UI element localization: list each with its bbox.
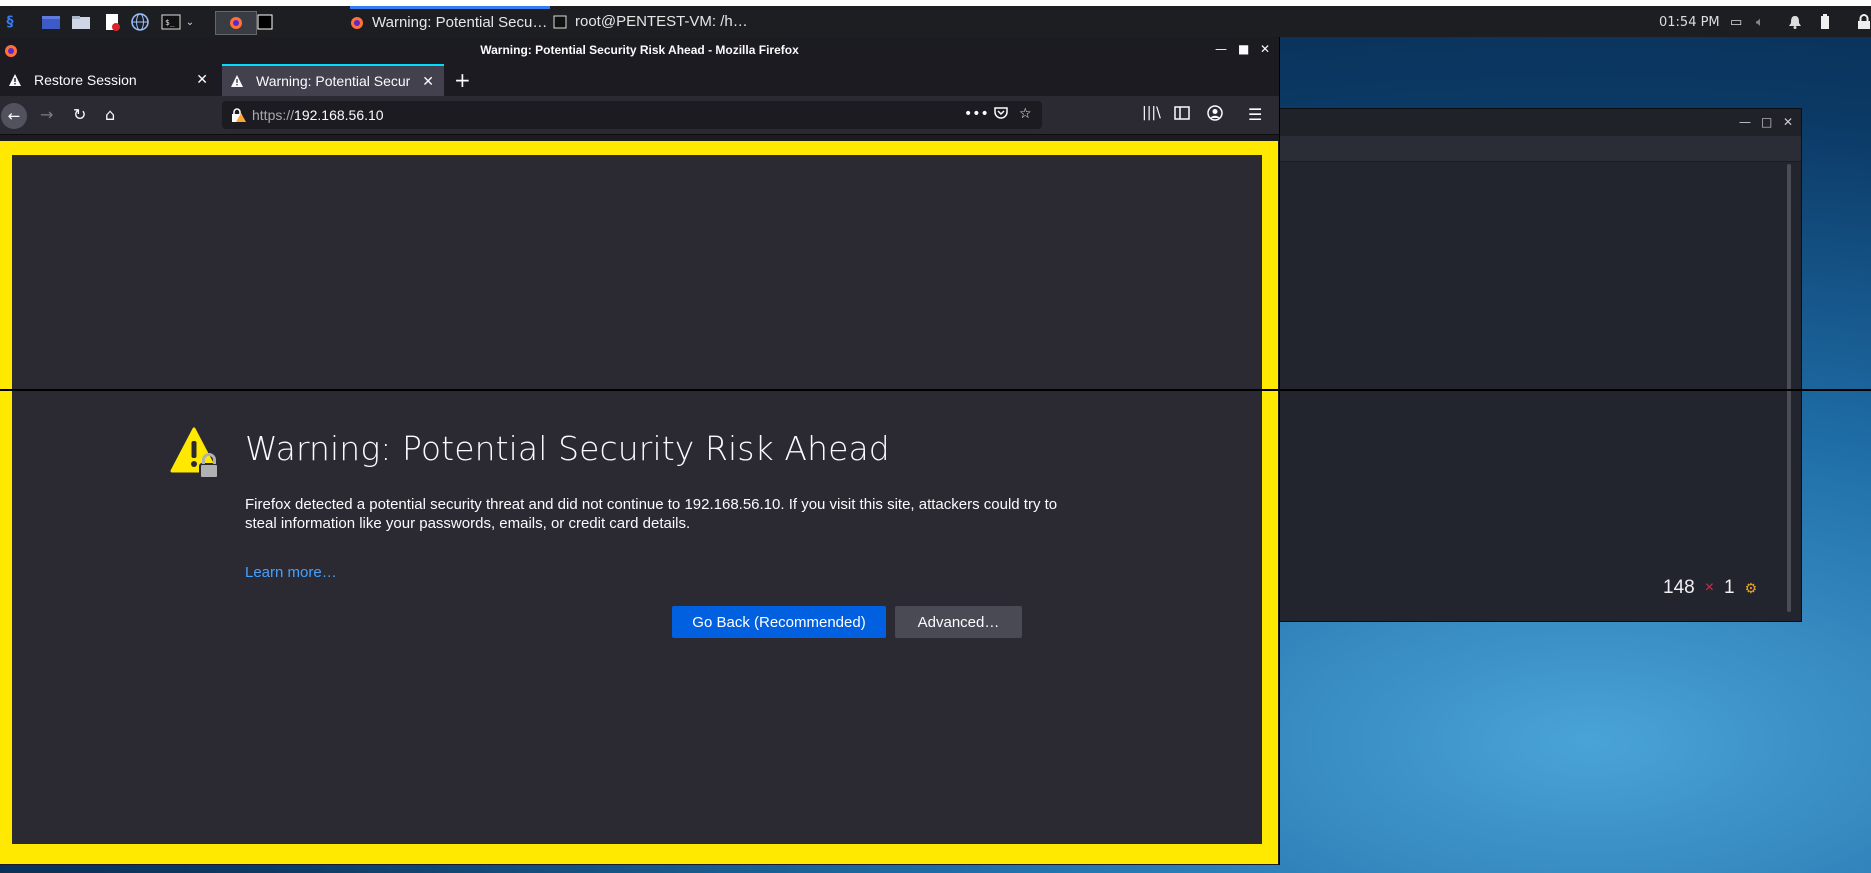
reload-button[interactable]: ↻ (73, 105, 86, 124)
error-page: Warning: Potential Security Risk Ahead F… (12, 155, 1262, 844)
maximize-icon[interactable]: ■ (1238, 42, 1249, 56)
render-glitch-line (0, 389, 1871, 391)
page-title: Warning: Potential Security Risk Ahead (245, 429, 890, 468)
home-button[interactable]: ⌂ (105, 105, 115, 124)
workspace-1-firefox[interactable] (215, 11, 257, 35)
gear-icon: ⚙ (1744, 579, 1758, 596)
minimize-icon[interactable]: — (1739, 115, 1751, 129)
show-desktop-icon[interactable] (40, 12, 62, 32)
maximize-icon[interactable]: □ (1761, 115, 1772, 129)
firefox-icon (351, 16, 363, 29)
minimize-icon[interactable]: — (1215, 42, 1227, 56)
page-actions-icon[interactable]: ••• (964, 106, 989, 122)
term-one: 1 (1724, 577, 1735, 598)
taskbar-firefox[interactable]: Warning: Potential Secu… (350, 6, 550, 36)
insecure-lock-icon (232, 108, 246, 122)
file-manager-icon[interactable] (70, 12, 92, 32)
back-button[interactable]: ← (1, 103, 27, 129)
tab-label: Warning: Potential Secur (256, 73, 411, 89)
forward-button[interactable]: → (40, 105, 53, 124)
top-panel: § $_ ⌄ Warning: Potential Secu… root@PEN… (0, 0, 1871, 37)
notification-bell-icon[interactable] (1788, 12, 1802, 32)
taskbar-terminal-label: root@PENTEST-VM: /h… (575, 13, 748, 30)
tab-bar: Restore Session ✕ Warning: Potential Sec… (0, 64, 1279, 96)
warning-description: Firefox detected a potential security th… (245, 496, 1058, 532)
navigation-toolbar: ← → ↻ ⌂ https://192.168.56.10 ••• ☆ |||\… (0, 96, 1279, 135)
terminal-titlebar[interactable]: — □ ✕ (1275, 109, 1801, 136)
volume-icon[interactable]: 🔈︎ (1756, 12, 1764, 32)
tab-security-warning[interactable]: Warning: Potential Secur ✕ (222, 64, 444, 96)
kali-menu-icon[interactable]: § (0, 12, 20, 32)
svg-text:$_: $_ (165, 18, 175, 27)
warning-icon (9, 74, 21, 86)
close-tab-icon[interactable]: ✕ (422, 73, 434, 90)
terminal-tabbar (1275, 136, 1801, 162)
warning-icon (231, 75, 243, 87)
new-tab-icon[interactable]: + (454, 68, 471, 92)
bookmark-star-icon[interactable]: ☆ (1019, 106, 1032, 122)
terminal-icon (553, 15, 567, 28)
taskbar-firefox-label: Warning: Potential Secu… (372, 14, 548, 31)
clock[interactable]: 01:54 PM (1659, 12, 1720, 32)
page-content-frame: Warning: Potential Security Risk Ahead F… (0, 141, 1278, 864)
lock-screen-icon[interactable] (1857, 12, 1871, 32)
battery-icon[interactable] (1820, 12, 1830, 32)
chevron-down-icon[interactable]: ⌄ (184, 12, 196, 32)
advanced-button[interactable]: Advanced… (895, 606, 1022, 638)
terminal-scrollbar[interactable] (1787, 164, 1791, 612)
error-x-icon: × (1704, 579, 1715, 596)
close-icon[interactable]: ✕ (1260, 42, 1270, 56)
terminal-launcher-icon[interactable]: $_ (160, 12, 182, 32)
close-tab-icon[interactable]: ✕ (196, 71, 208, 88)
window-title: Warning: Potential Security Risk Ahead -… (480, 43, 799, 57)
security-warning-icon (170, 427, 219, 479)
workspace-2[interactable] (257, 12, 273, 32)
go-back-button[interactable]: Go Back (Recommended) (672, 606, 886, 638)
firefox-window[interactable]: Warning: Potential Security Risk Ahead -… (0, 37, 1280, 865)
close-icon[interactable]: ✕ (1783, 115, 1793, 129)
library-icon[interactable]: |||\ (1142, 105, 1161, 121)
display-icon[interactable]: ▭ (1730, 12, 1742, 32)
learn-more-link[interactable]: Learn more… (245, 564, 337, 581)
url-bar[interactable]: https://192.168.56.10 ••• ☆ (222, 101, 1042, 129)
text-editor-icon[interactable] (102, 12, 122, 32)
tab-label: Restore Session (34, 72, 137, 88)
term-count: 148 (1663, 577, 1695, 598)
web-browser-icon[interactable] (130, 12, 150, 32)
terminal-status: 148 × 1 ⚙ (1663, 577, 1757, 599)
tab-restore-session[interactable]: Restore Session ✕ (0, 64, 218, 96)
terminal-window[interactable]: — □ ✕ 148 × 1 ⚙ (1274, 108, 1802, 622)
sidebar-icon[interactable] (1174, 105, 1190, 124)
account-icon[interactable] (1207, 105, 1223, 125)
pocket-icon[interactable] (994, 106, 1008, 124)
taskbar-terminal[interactable]: root@PENTEST-VM: /h… (553, 8, 753, 35)
menu-icon[interactable]: ☰ (1248, 105, 1262, 124)
firefox-titlebar[interactable]: Warning: Potential Security Risk Ahead -… (0, 37, 1279, 64)
url-host: 192.168.56.10 (294, 107, 384, 123)
url-text[interactable]: https://192.168.56.10 (252, 107, 384, 123)
url-scheme: https:// (252, 107, 295, 123)
